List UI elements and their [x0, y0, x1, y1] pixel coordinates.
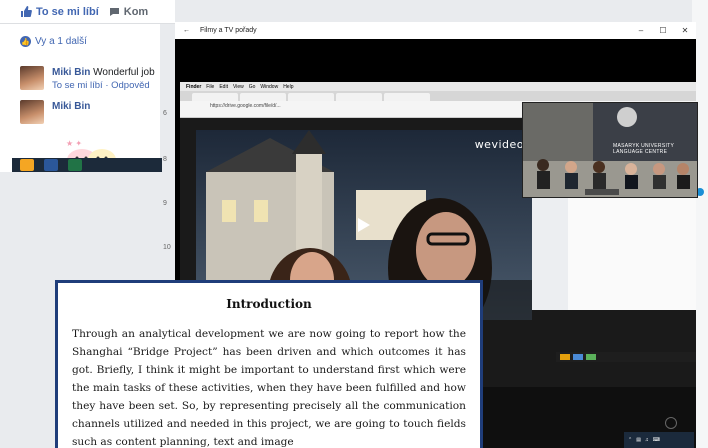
- menu-edit[interactable]: Edit: [219, 84, 228, 90]
- side-number: 8: [163, 156, 167, 163]
- app-icon[interactable]: [573, 354, 583, 360]
- avatar[interactable]: [20, 100, 44, 124]
- volume-icon[interactable]: ♫: [645, 437, 649, 443]
- system-tray: ⌃ ▤ ♫ ⌨: [624, 432, 694, 448]
- comments-panel: 👍 Vy a 1 další Miki Bin Wonderful job To…: [0, 24, 160, 172]
- menu-window[interactable]: Window: [260, 84, 278, 90]
- browser-tab[interactable]: [288, 93, 334, 101]
- post-actions-bar: To se mi líbí Kom: [0, 0, 175, 24]
- browser-tabs: [180, 91, 696, 101]
- comment-label: Kom: [123, 5, 149, 18]
- side-number: 10: [163, 244, 171, 251]
- back-arrow-icon[interactable]: ←: [183, 27, 190, 34]
- minimize-button[interactable]: –: [630, 22, 652, 39]
- thumbs-up-icon: [21, 6, 32, 17]
- word-icon[interactable]: [44, 159, 58, 171]
- screen: { "facebook": { "like_label": "To se mi …: [0, 0, 708, 448]
- comment-author[interactable]: Miki Bin: [52, 101, 90, 112]
- window-title: Filmy a TV pořady: [200, 27, 257, 34]
- comment: Miki Bin: [52, 100, 90, 113]
- mac-menubar: Finder File Edit View Go Window Help: [180, 82, 696, 91]
- comment-author[interactable]: Miki Bin: [52, 67, 90, 78]
- reactions-text: Vy a 1 další: [35, 36, 87, 47]
- menu-go[interactable]: Go: [249, 84, 256, 90]
- fullscreen-button[interactable]: [665, 417, 677, 429]
- browser-tab[interactable]: [336, 93, 382, 101]
- menu-finder[interactable]: Finder: [186, 84, 201, 90]
- svg-text:★ ✦: ★ ✦: [66, 139, 82, 148]
- comment-icon: [109, 7, 119, 16]
- side-number: 9: [163, 200, 167, 207]
- menu-file[interactable]: File: [206, 84, 214, 90]
- browser-tab[interactable]: [192, 93, 238, 101]
- comment-text: Wonderful job: [93, 67, 155, 78]
- window-titlebar: ← Filmy a TV pořady – ☐ ✕: [175, 22, 696, 39]
- like-label: To se mi líbí: [36, 5, 99, 18]
- side-number: 6: [163, 110, 167, 117]
- app-icon[interactable]: [586, 354, 596, 360]
- network-icon[interactable]: ▤: [636, 437, 641, 443]
- comment-actions[interactable]: To se mi líbí · Odpověd: [52, 80, 150, 91]
- taskbar-icons: [12, 158, 162, 172]
- conference-caption: MASARYK UNIVERSITY LANGUAGE CENTRE: [613, 143, 675, 155]
- comment: Miki Bin Wonderful job To se mi líbí · O…: [52, 66, 155, 92]
- folder-icon[interactable]: [560, 354, 570, 360]
- introduction-document: Introduction Through an analytical devel…: [55, 280, 483, 448]
- browser-tab[interactable]: [240, 93, 286, 101]
- like-button[interactable]: To se mi líbí: [20, 6, 99, 18]
- close-button[interactable]: ✕: [674, 22, 696, 39]
- document-body: Through an analytical development we are…: [72, 328, 466, 448]
- recording-dock: [556, 352, 696, 362]
- window-controls: – ☐ ✕: [630, 22, 696, 39]
- keyboard-icon[interactable]: ⌨: [653, 437, 660, 443]
- chrome-icon[interactable]: [20, 159, 34, 171]
- video-conference-pip[interactable]: MASARYK UNIVERSITY LANGUAGE CENTRE: [522, 102, 698, 198]
- like-reaction-icon: 👍: [20, 36, 31, 47]
- document-heading: Introduction: [226, 297, 312, 311]
- avatar[interactable]: [20, 66, 44, 90]
- comment-button[interactable]: Kom: [109, 6, 148, 18]
- menu-view[interactable]: View: [233, 84, 244, 90]
- chevron-up-icon[interactable]: ⌃: [628, 437, 632, 443]
- menu-help[interactable]: Help: [283, 84, 293, 90]
- reactions-summary[interactable]: 👍 Vy a 1 další: [20, 36, 87, 47]
- video-watermark: wevideo: [474, 138, 524, 151]
- browser-tab[interactable]: [384, 93, 430, 101]
- excel-icon[interactable]: [68, 159, 82, 171]
- maximize-button[interactable]: ☐: [652, 22, 674, 39]
